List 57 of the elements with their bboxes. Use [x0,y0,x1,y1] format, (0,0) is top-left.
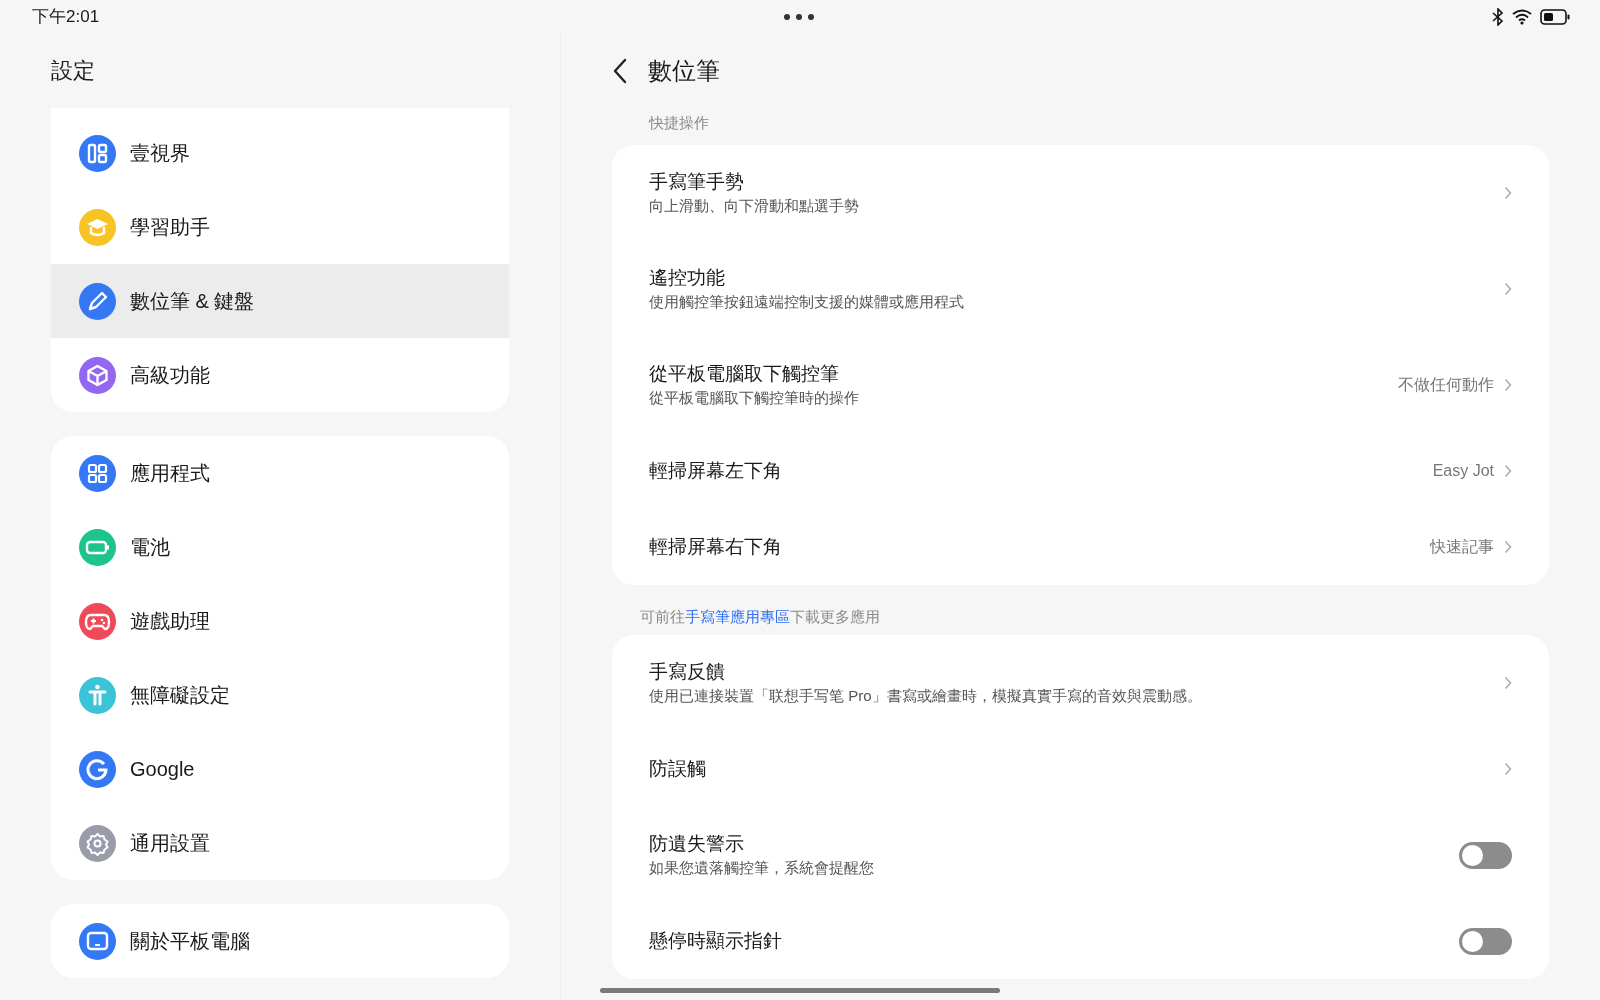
settings-row[interactable]: 懸停時顯示指針 [612,903,1549,979]
sidebar-item[interactable]: 學習助手 [51,190,509,264]
sidebar-item[interactable]: 通用設置 [51,806,509,880]
sidebar-item[interactable]: 關於平板電腦 [51,904,509,978]
settings-row[interactable]: 輕掃屏幕右下角 快速記事 [612,509,1549,585]
app-zone-link[interactable]: 手寫筆應用專區 [685,608,790,625]
status-time: 下午2:01 [32,6,100,29]
page-title: 數位筆 [648,56,720,86]
settings-row[interactable]: 手寫反饋 使用已連接裝置「联想手写笔 Pro」書寫或繪畫時，模擬真實手寫的音效與震動感。 [612,635,1549,731]
row-value: 不做任何動作 [1398,375,1494,395]
sidebar-item[interactable]: Google [51,732,509,806]
sidebar-item[interactable]: 數位筆 & 鍵盤 [51,264,509,338]
row-title: 輕掃屏幕左下角 [649,458,783,483]
sidebar-item[interactable]: 無障礙設定 [51,658,509,732]
row-title: 遙控功能 [649,266,726,291]
row-title: 手寫筆手勢 [649,170,745,195]
toggle-switch[interactable] [1459,841,1512,869]
toggle-switch[interactable] [1459,927,1512,955]
row-subtitle: 向上滑動、向下滑動和點選手勢 [649,195,860,216]
row-value: Easy Jot [1432,461,1494,481]
chevron-right-icon [1504,186,1512,200]
row-title: 懸停時顯示指針 [649,928,783,953]
row-subtitle: 使用已連接裝置「联想手写笔 Pro」書寫或繪畫時，模擬真實手寫的音效與震動感。 [649,685,1203,706]
chevron-right-icon [1504,282,1512,296]
settings-row[interactable]: 輕掃屏幕左下角 Easy Jot [612,433,1549,509]
settings-row[interactable]: 防遺失警示 如果您遺落觸控筆，系統會提醒您 [612,807,1549,903]
row-value: 快速記事 [1430,537,1494,557]
battery-icon [1540,9,1570,25]
row-title: 防遺失警示 [649,832,745,857]
sidebar-item[interactable]: 遊戲助理 [51,584,509,658]
chevron-right-icon [1504,676,1512,690]
sidebar-item[interactable]: 壹視界 [51,116,509,190]
sidebar-item[interactable]: 電池 [51,510,509,584]
settings-row[interactable]: 手寫筆手勢 向上滑動、向下滑動和點選手勢 [612,145,1549,241]
row-subtitle: 從平板電腦取下觸控筆時的操作 [649,387,860,408]
row-title: 防誤觸 [649,756,707,781]
footnote-text: 可前往手寫筆應用專區下載更多應用 [639,607,881,627]
row-title: 手寫反饋 [649,660,726,685]
chevron-right-icon [1504,540,1512,554]
sidebar-title: 設定 [51,57,96,85]
row-title: 輕掃屏幕右下角 [649,534,783,559]
more-dots-icon [783,13,815,21]
sidebar-item[interactable]: 高級功能 [51,338,509,412]
back-icon[interactable] [612,58,628,84]
settings-row[interactable]: 防誤觸 [612,731,1549,807]
chevron-right-icon [1504,762,1512,776]
bluetooth-icon [1492,8,1504,26]
chevron-right-icon [1504,464,1512,478]
settings-row[interactable]: 從平板電腦取下觸控筆 從平板電腦取下觸控筆時的操作 不做任何動作 [612,337,1549,433]
sidebar-item[interactable]: 應用程式 [51,436,509,510]
chevron-right-icon [1504,378,1512,392]
wifi-icon [1512,9,1532,25]
section-header: 快捷操作 [647,113,710,133]
row-title: 從平板電腦取下觸控筆 [649,362,840,387]
settings-row[interactable]: 遙控功能 使用觸控筆按鈕遠端控制支援的媒體或應用程式 [612,241,1549,337]
row-subtitle: 使用觸控筆按鈕遠端控制支援的媒體或應用程式 [649,291,965,312]
row-subtitle: 如果您遺落觸控筆，系統會提醒您 [649,857,875,878]
